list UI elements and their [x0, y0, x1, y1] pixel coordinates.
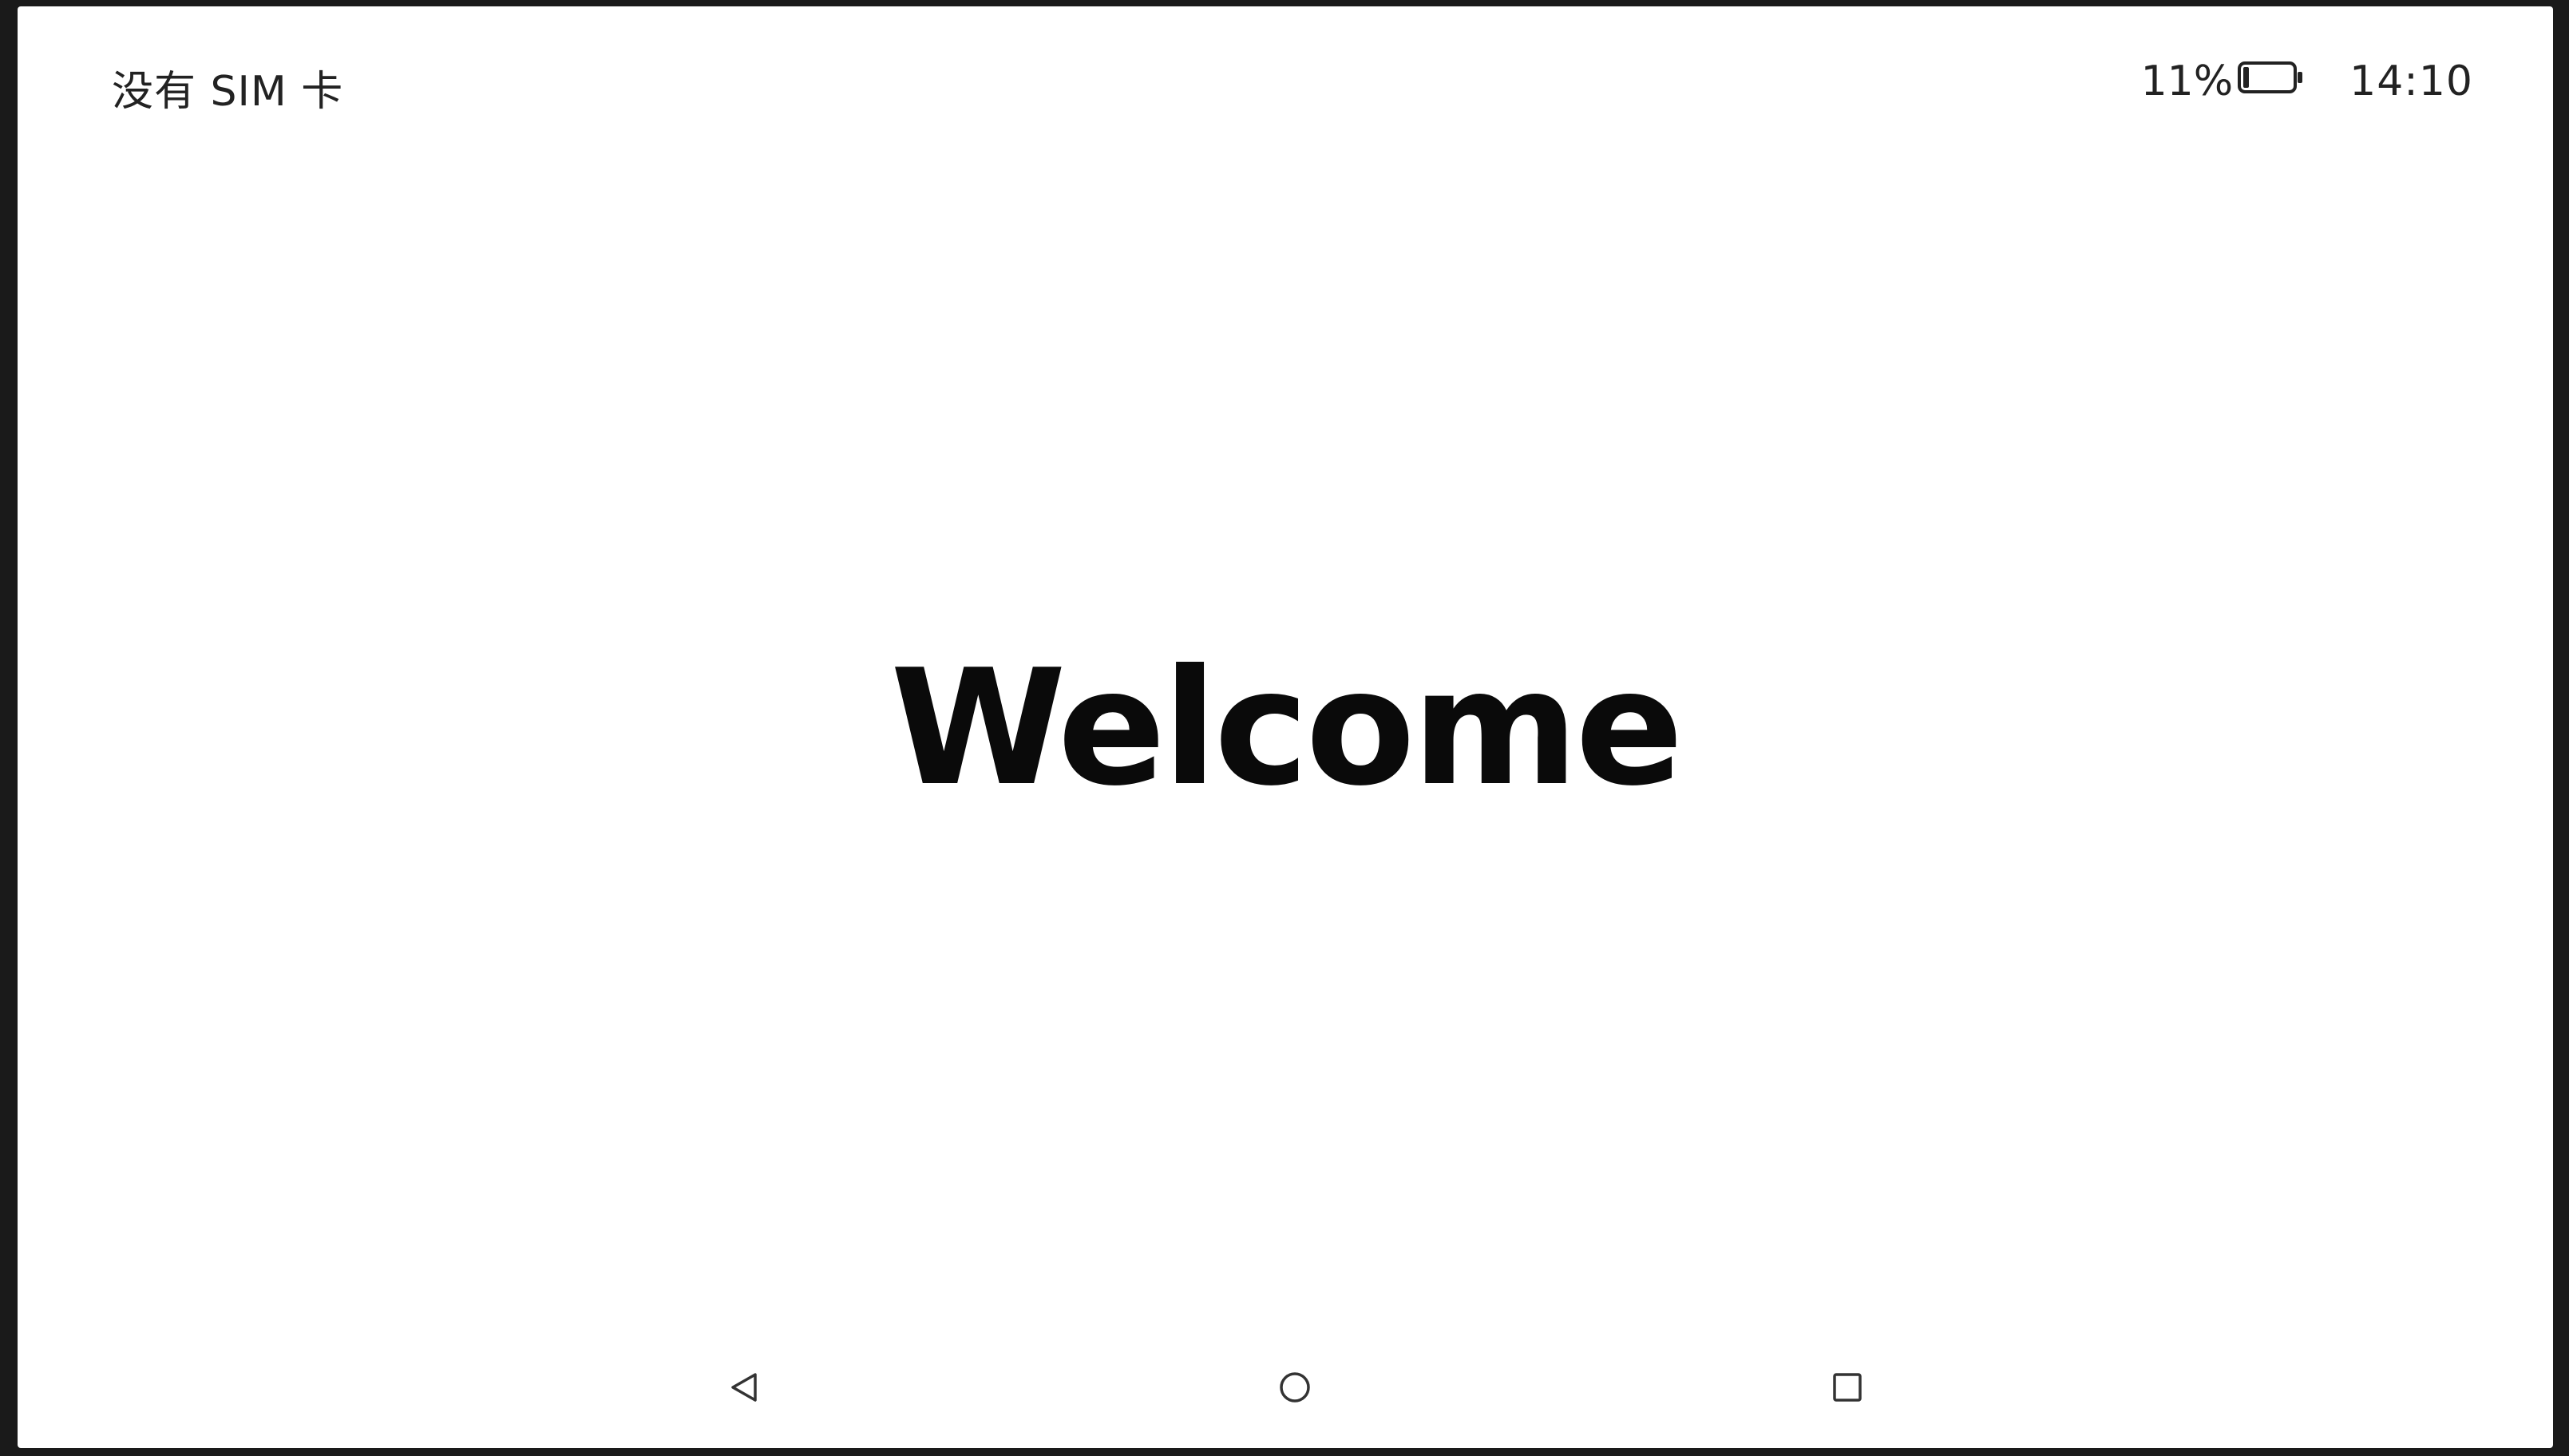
status-bar: 没有 SIM 卡 11% 14:10 [18, 6, 2553, 150]
welcome-title: Welcome [890, 635, 1684, 821]
navigation-bar [18, 1347, 2553, 1427]
status-right: 11% 14:10 [2141, 57, 2473, 105]
battery-percent: 11% [2140, 57, 2234, 105]
clock: 14:10 [2349, 57, 2473, 105]
carrier-label: 没有 SIM 卡 [112, 68, 344, 116]
screen: 没有 SIM 卡 11% 14:10 Welcome [18, 6, 2553, 1448]
battery-icon [2238, 57, 2305, 105]
recent-square-icon [1833, 1373, 1862, 1402]
home-button[interactable] [1271, 1363, 1319, 1411]
back-triangle-icon [731, 1373, 757, 1402]
recent-apps-button[interactable] [1823, 1363, 1871, 1411]
back-button[interactable] [720, 1363, 768, 1411]
home-circle-icon [1280, 1372, 1310, 1403]
